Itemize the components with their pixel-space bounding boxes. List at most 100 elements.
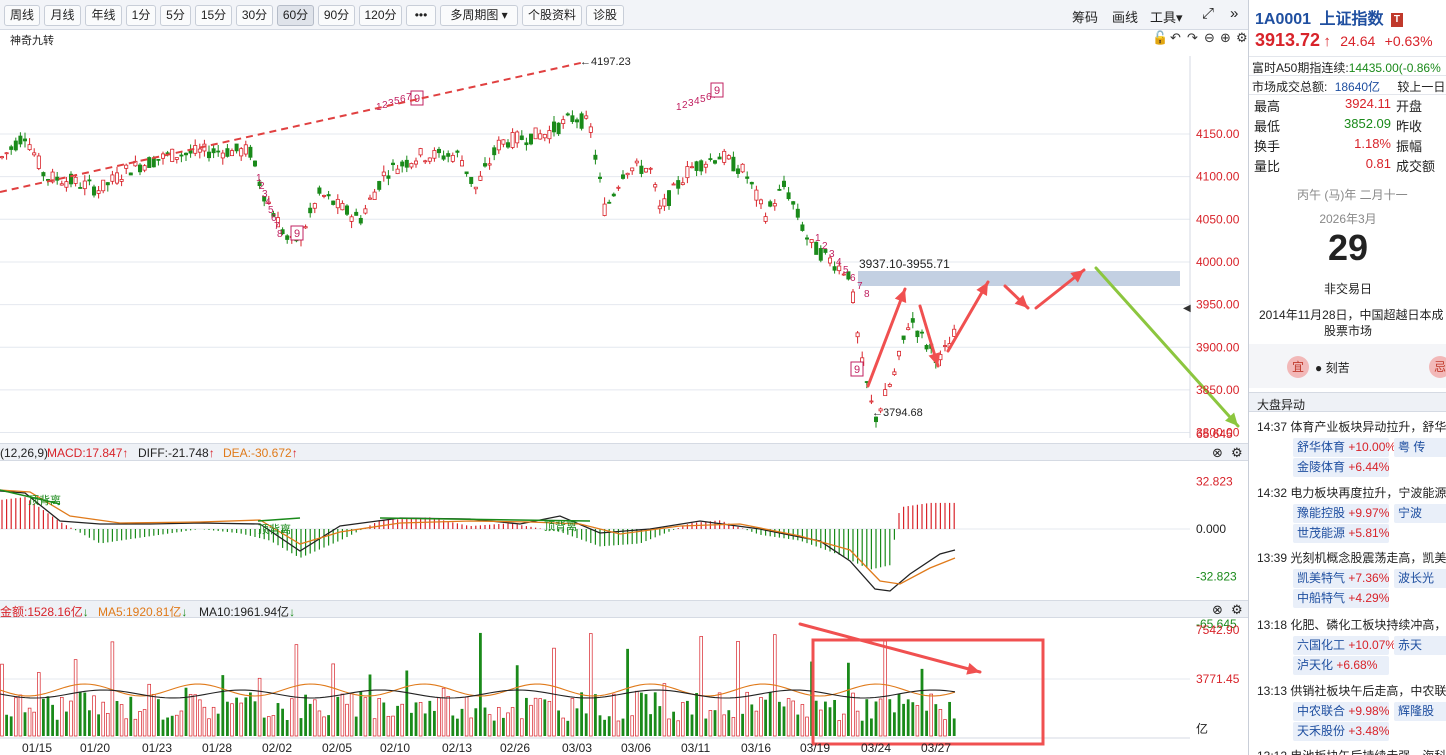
chip-stock-pct: +7.36% bbox=[1348, 571, 1390, 585]
stock-chip[interactable]: 世茂能源 +5.81% bbox=[1293, 524, 1389, 543]
news-item[interactable]: 13:12 电池板块午后持续走强，海科 bbox=[1257, 747, 1446, 755]
candle-body bbox=[285, 235, 290, 240]
candle-body bbox=[432, 150, 437, 159]
draw-line-button[interactable]: 画线 bbox=[1112, 7, 1138, 26]
period-button-10[interactable]: ••• bbox=[406, 5, 436, 26]
volume-bar bbox=[372, 718, 377, 737]
date-tick-label: 01/20 bbox=[80, 741, 110, 755]
volume-bar bbox=[483, 707, 487, 736]
stock-chip[interactable]: 天禾股份 +3.48% bbox=[1293, 722, 1389, 741]
period-button-0[interactable]: 周线 bbox=[4, 5, 40, 26]
candle-body bbox=[772, 203, 777, 207]
stock-chip[interactable]: 六国化工 +10.07% bbox=[1293, 636, 1396, 655]
news-item[interactable]: 14:37 体育产业板块异动拉升，舒华 bbox=[1257, 418, 1446, 435]
yi-ji-box: 宜 ● 刻苦 忌 bbox=[1249, 344, 1446, 388]
close-volume-icon[interactable]: ⊗ bbox=[1212, 602, 1223, 618]
volume-bar bbox=[851, 692, 855, 737]
candle-body bbox=[464, 171, 469, 175]
stock-chip[interactable]: 中船特气 +4.29% bbox=[1293, 589, 1389, 608]
stock-chip[interactable]: 宁波 bbox=[1394, 504, 1446, 523]
period-button-7[interactable]: 60分 bbox=[277, 5, 314, 26]
kline-chart-area[interactable]: 12345678912356789123456789123456789 顶背离顶… bbox=[0, 46, 1248, 755]
news-item[interactable]: 14:32 电力板块再度拉升，宁波能源 bbox=[1257, 484, 1446, 501]
stock-chip[interactable]: 金陵体育 +6.44% bbox=[1293, 458, 1389, 477]
chip-stock-name: 六国化工 bbox=[1297, 638, 1346, 652]
candle-body bbox=[547, 130, 552, 140]
turnover-label: 市场成交总额: bbox=[1252, 80, 1328, 94]
volume-bar bbox=[883, 640, 887, 737]
period-button-13[interactable]: 诊股 bbox=[586, 5, 624, 26]
volume-bar bbox=[119, 704, 124, 737]
td-count-label: 4 bbox=[836, 257, 842, 268]
candle-body bbox=[777, 188, 782, 191]
volume-bar bbox=[570, 698, 575, 737]
stock-chip[interactable]: 粤 传 bbox=[1394, 438, 1446, 457]
period-button-8[interactable]: 90分 bbox=[318, 5, 355, 26]
macd-settings-icon[interactable]: ⚙ bbox=[1231, 445, 1243, 461]
volume-bar bbox=[281, 708, 284, 736]
candle-body bbox=[147, 157, 152, 168]
settings-icon[interactable]: ⚙ bbox=[1236, 31, 1248, 45]
volume-settings-icon[interactable]: ⚙ bbox=[1231, 602, 1243, 618]
stock-chip[interactable]: 辉隆股 bbox=[1394, 702, 1446, 721]
news-item[interactable]: 13:39 光刻机概念股震荡走高，凯美 bbox=[1257, 549, 1446, 566]
stock-chip[interactable]: 赤天 bbox=[1394, 636, 1446, 655]
period-button-12[interactable]: 个股资料 bbox=[522, 5, 582, 26]
collapse-panel-icon[interactable]: » bbox=[1230, 5, 1238, 22]
undo-icon[interactable]: ↶ bbox=[1170, 31, 1181, 45]
zoom-out-icon[interactable]: ⊖ bbox=[1204, 31, 1215, 45]
period-button-3[interactable]: 1分 bbox=[126, 5, 156, 26]
candle-body bbox=[248, 146, 253, 158]
period-button-5[interactable]: 15分 bbox=[195, 5, 232, 26]
expand-icon[interactable]: ⤢ bbox=[1202, 5, 1214, 22]
stock-chip[interactable]: 中农联合 +9.98% bbox=[1293, 702, 1389, 721]
calendar-day: 29 bbox=[1327, 227, 1369, 268]
candle-body bbox=[469, 176, 474, 184]
candle-body bbox=[363, 208, 368, 214]
volume-bar bbox=[552, 647, 556, 737]
lock-icon[interactable]: 🔓 bbox=[1152, 31, 1168, 45]
stock-name[interactable]: 上证指数 bbox=[1320, 11, 1384, 28]
chip-distribution-button[interactable]: 筹码 bbox=[1072, 7, 1098, 26]
period-button-2[interactable]: 年线 bbox=[85, 5, 122, 26]
period-button-1[interactable]: 月线 bbox=[44, 5, 81, 26]
kline-chart[interactable]: 12345678912356789123456789123456789 顶背离顶… bbox=[0, 46, 1248, 755]
td-count-label: 5 bbox=[843, 265, 849, 276]
candle-body bbox=[492, 147, 497, 156]
candle-body bbox=[611, 193, 616, 197]
volume-bar bbox=[607, 716, 611, 736]
period-button-11[interactable]: 多周期图 ▾ bbox=[440, 5, 518, 26]
date-tick-label: 01/15 bbox=[22, 741, 52, 755]
calendar-month: 2026年3月 bbox=[1319, 212, 1377, 226]
stock-chip[interactable]: 泸天化 +6.68% bbox=[1293, 656, 1389, 675]
stock-chip[interactable]: 凯美特气 +7.36% bbox=[1293, 569, 1389, 588]
news-item[interactable]: 13:13 供销社板块午后走高，中农联 bbox=[1257, 682, 1446, 699]
period-button-4[interactable]: 5分 bbox=[160, 5, 191, 26]
period-button-6[interactable]: 30分 bbox=[236, 5, 273, 26]
quote-value: 3852.09 bbox=[1344, 116, 1391, 131]
volume-bar bbox=[188, 694, 193, 737]
quote-value: 0.81 bbox=[1365, 156, 1391, 171]
stock-chip[interactable]: 豫能控股 +9.97% bbox=[1293, 504, 1389, 523]
last-price: 3913.72 bbox=[1255, 30, 1321, 50]
volume-bar bbox=[764, 699, 767, 736]
candle-body bbox=[943, 345, 948, 347]
redo-icon[interactable]: ↷ bbox=[1187, 31, 1198, 45]
period-button-9[interactable]: 120分 bbox=[359, 5, 402, 26]
candle-body bbox=[662, 198, 667, 207]
close-macd-icon[interactable]: ⊗ bbox=[1212, 445, 1223, 461]
candle-body bbox=[128, 172, 133, 176]
stock-chip[interactable]: 舒华体育 +10.00% bbox=[1293, 438, 1396, 457]
zoom-in-icon[interactable]: ⊕ bbox=[1220, 31, 1231, 45]
tools-menu-button[interactable]: 工具▾ bbox=[1150, 7, 1183, 26]
candle-body bbox=[786, 192, 791, 200]
candle-body bbox=[450, 154, 455, 162]
news-item[interactable]: 13:18 化肥、磷化工板块持续冲高， bbox=[1257, 616, 1446, 633]
candle-body bbox=[795, 208, 800, 218]
candle-body bbox=[252, 160, 257, 167]
history-event: 2014年11月28日，中国超越日本成 bbox=[1259, 308, 1444, 322]
stock-chip[interactable]: 波长光 bbox=[1394, 569, 1446, 588]
volume-bar bbox=[83, 692, 87, 736]
volume-bar bbox=[451, 715, 455, 736]
candle-body bbox=[731, 156, 736, 172]
